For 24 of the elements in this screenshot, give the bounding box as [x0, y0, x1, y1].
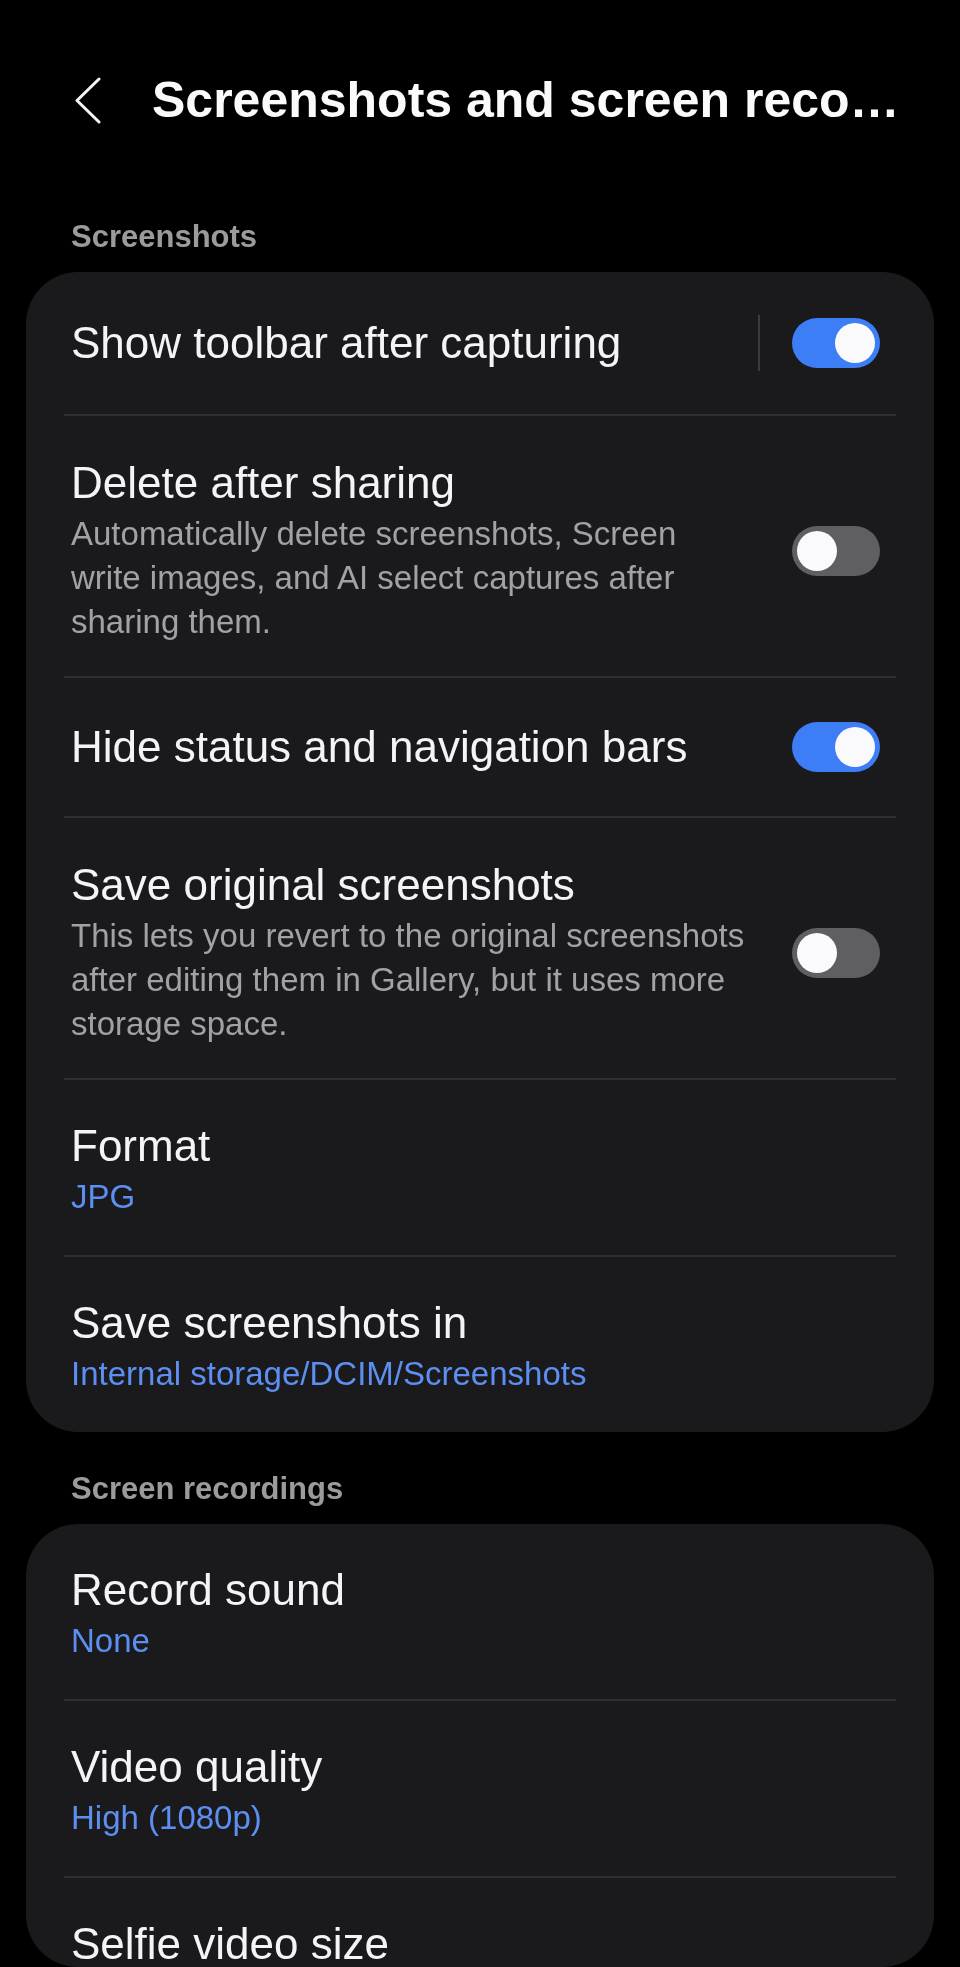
setting-value: None: [71, 1621, 150, 1661]
back-icon: [75, 76, 101, 124]
setting-value: JPG: [71, 1177, 136, 1217]
setting-title: Save screenshots in: [71, 1297, 468, 1349]
setting-description: This lets you revert to the original screenshots after editing them in Gallery, but it uses more storage space.: [71, 916, 746, 1044]
setting-description: Automatically delete screenshots, Screen write images, and AI select captures after sharing them.: [71, 514, 678, 642]
setting-title: Show toolbar after capturing: [71, 317, 622, 369]
setting-value: High (1080p): [71, 1798, 262, 1838]
setting-title: Hide status and navigation bars: [71, 721, 688, 773]
setting-title: Selfie video size: [71, 1918, 389, 1967]
toggle-switch[interactable]: [792, 525, 880, 576]
section-header: Screen recordings: [71, 1472, 344, 1506]
setting-title: Record sound: [71, 1564, 345, 1616]
setting-title: Delete after sharing: [71, 457, 455, 509]
setting-value: Internal storage/DCIM/Screenshots: [71, 1354, 587, 1394]
toggle-switch[interactable]: [792, 318, 880, 368]
toggle-switch[interactable]: [792, 927, 880, 978]
page-title: Screenshots and screen reco…: [152, 71, 900, 130]
section-header: Screenshots: [71, 220, 258, 254]
setting-title: Video quality: [71, 1741, 323, 1793]
toggle-switch[interactable]: [792, 722, 880, 772]
setting-title: Format: [71, 1120, 211, 1172]
setting-title: Save original screenshots: [71, 859, 575, 911]
back-button[interactable]: [75, 76, 101, 124]
